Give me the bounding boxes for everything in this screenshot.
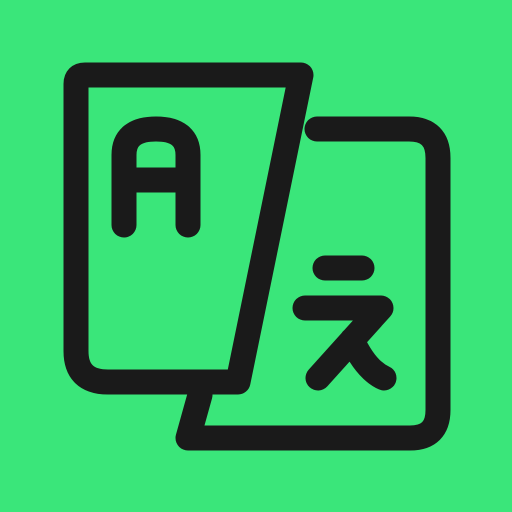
app-icon-canvas (0, 0, 512, 512)
japanese-e-glyph (292, 255, 397, 391)
letter-a-glyph (111, 116, 201, 238)
translate-icon (63, 62, 451, 451)
